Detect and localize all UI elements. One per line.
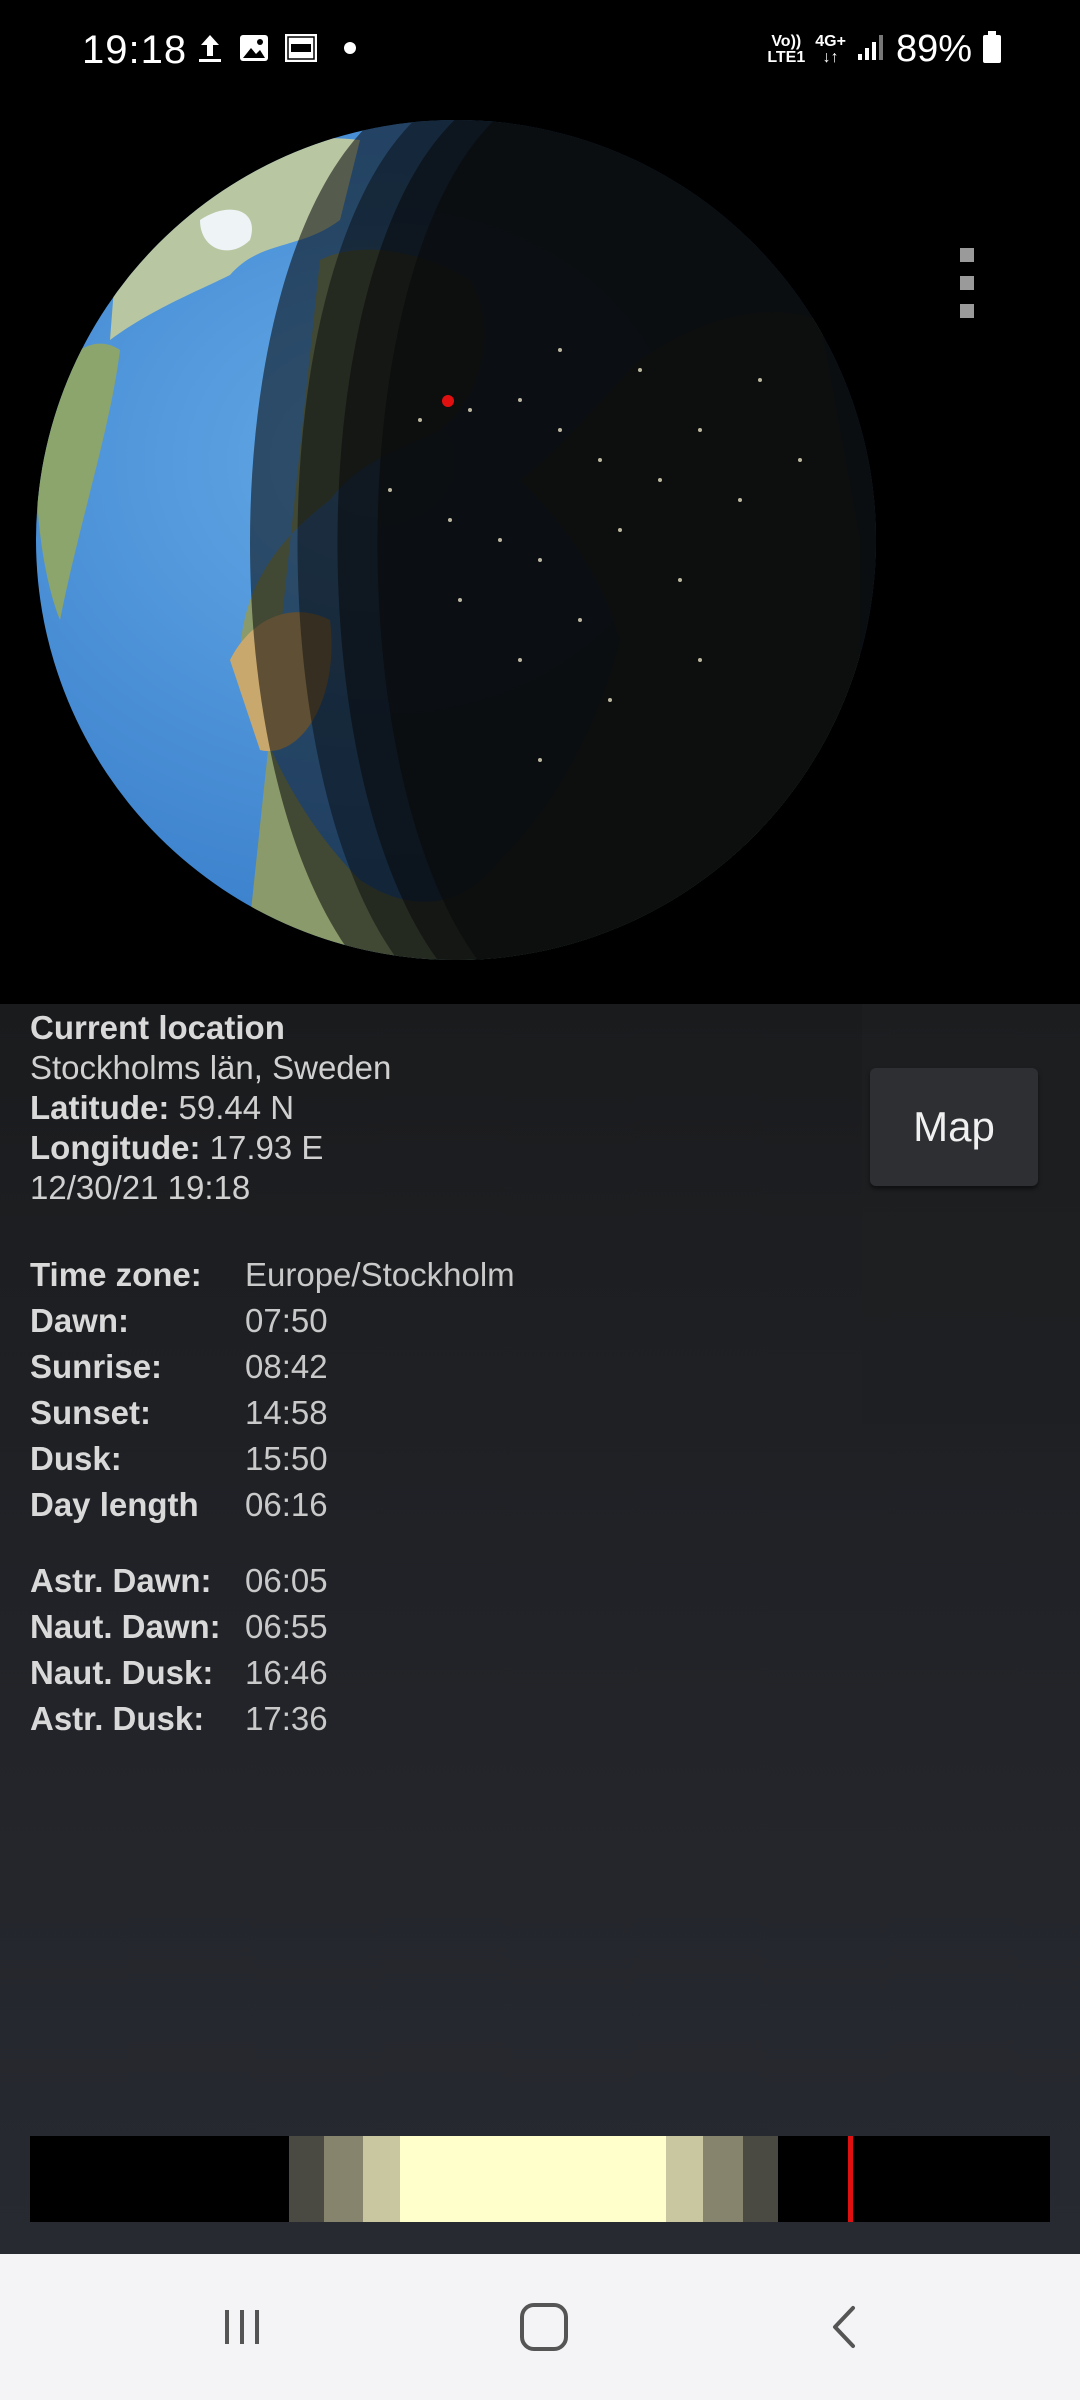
astronomical-dusk-segment [742,2136,778,2222]
location-heading: Current location [30,1009,285,1046]
dot-icon [344,42,356,54]
latitude-value: 59.44 N [169,1089,295,1126]
longitude-value: 17.93 E [200,1129,324,1166]
signal-icon [856,32,886,67]
latitude-label: Latitude: [30,1089,170,1126]
data-indicator: 4G+ ↓↑ [815,32,846,66]
svd-app-icon [284,33,318,63]
navigation-bar [0,2254,1080,2400]
time-row: Sunrise: 08:42 [30,1348,328,1385]
recent-apps-icon[interactable] [142,2254,342,2400]
battery-percent: 89% [895,28,972,70]
system-status: Vo)) LTE1 4G+ ↓↑ 89% [767,28,1002,71]
upload-icon [196,32,224,64]
nautical-dusk-segment [702,2136,743,2222]
status-time: 19:18 [82,28,188,72]
sun-times-table: Time zone: Europe/Stockholm Dawn: 07:50 Su… [30,1252,515,1528]
globe-view[interactable] [0,100,1080,1004]
twilight-times-table: Astr. Dawn: 06:05 Naut. Dawn: 06:55 Naut. … [30,1558,328,1742]
time-row: Dawn: 07:50 [30,1302,328,1339]
volte-indicator: Vo)) LTE1 [767,32,806,66]
time-row: Time zone: Europe/Stockholm [30,1256,515,1293]
astronomical-dawn-segment [288,2136,324,2222]
overflow-menu-icon[interactable] [950,248,984,318]
location-place: Stockholms län, Sweden [30,1049,392,1086]
location-marker [442,395,454,407]
time-row: Astr. Dusk: 17:36 [30,1700,328,1737]
daylight-bar [30,2136,1050,2222]
time-row: Sunset: 14:58 [30,1394,328,1431]
home-icon[interactable] [444,2254,644,2400]
time-row: Naut. Dawn: 06:55 [30,1608,328,1645]
daylight-segment [399,2136,667,2222]
time-row: Naut. Dusk: 16:46 [30,1654,328,1691]
time-row: Astr. Dawn: 06:05 [30,1562,328,1599]
image-icon [238,33,270,63]
time-row: Day length 06:16 [30,1486,328,1523]
map-button[interactable]: Map [870,1068,1038,1186]
notification-icons [196,32,356,64]
battery-icon [982,30,1002,69]
location-datetime: 12/30/21 19:18 [30,1169,251,1206]
civil-dusk-segment [666,2136,703,2222]
map-button-area [862,1004,1080,1424]
nautical-dawn-segment [323,2136,363,2222]
earth-globe[interactable] [0,100,1080,1004]
longitude-label: Longitude: [30,1129,201,1166]
location-block: Current location Stockholms län, Sweden … [30,1008,391,1208]
civil-dawn-segment [362,2136,400,2222]
time-row: Dusk: 15:50 [30,1440,328,1477]
current-time-marker [848,2136,854,2222]
back-icon[interactable] [746,2254,946,2400]
status-bar: 19:18 Vo)) LTE1 4G+ ↓↑ 89% [0,0,1080,100]
